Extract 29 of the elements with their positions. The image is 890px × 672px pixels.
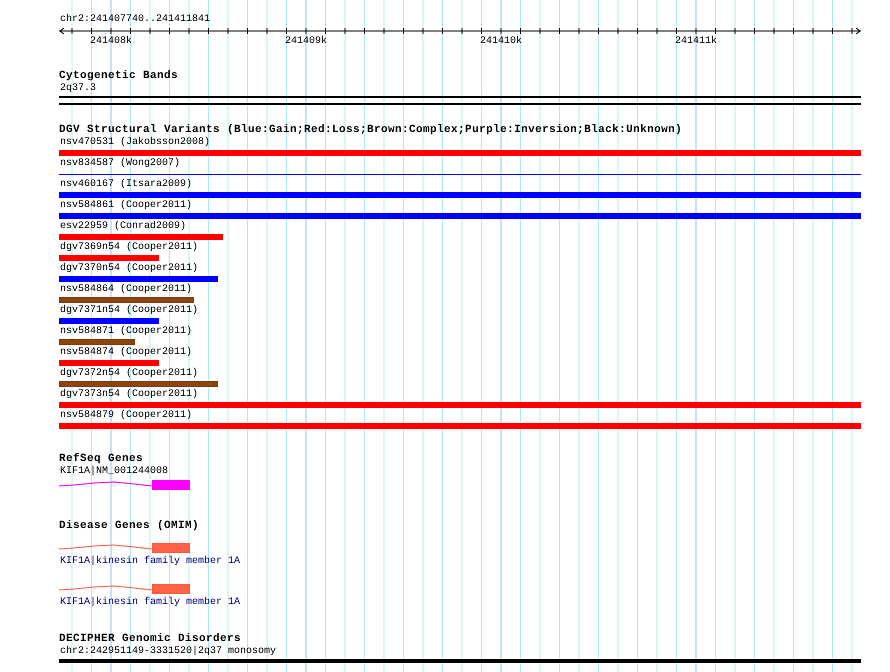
gene-label: KIF1A|kinesin family member 1A: [60, 556, 240, 568]
variant-label: dgv7372n54 (Cooper2011): [60, 368, 200, 380]
variant-label: dgv7369n54 (Cooper2011): [60, 242, 200, 254]
ruler-tick-label: 241409k: [285, 36, 327, 48]
variant-label: esv22959 (Conrad2009): [60, 221, 188, 233]
variant-label: nsv584864 (Cooper2011): [60, 284, 194, 296]
track-title: DECIPHER Genomic Disorders: [59, 633, 242, 646]
ruler-tick-label: 241411k: [675, 36, 717, 48]
track-title: Disease Genes (OMIM): [59, 520, 200, 533]
variant-label: nsv584861 (Cooper2011): [60, 200, 194, 212]
ruler-tick-label: 241408k: [90, 36, 132, 48]
track-title: RefSeq Genes: [59, 453, 144, 466]
gene-label: KIF1A|NM_001244008: [60, 466, 168, 478]
variant-label: dgv7370n54 (Cooper2011): [60, 263, 200, 275]
track-title: Cytogenetic Bands: [59, 70, 178, 83]
gene-label: KIF1A|kinesin family member 1A: [60, 597, 240, 609]
ruler-tick-label: 241410k: [480, 36, 522, 48]
variant-label: nsv584879 (Cooper2011): [60, 410, 194, 422]
variant-label: nsv460167 (Itsara2009): [60, 179, 194, 191]
variant-label: nsv470531 (Jakobsson2008): [60, 137, 212, 149]
variant-label: dgv7371n54 (Cooper2011): [60, 305, 200, 317]
feature-label: 2q37.3: [60, 83, 96, 95]
variant-label: nsv584874 (Cooper2011): [60, 347, 194, 359]
variant-label: nsv584871 (Cooper2011): [60, 326, 194, 338]
coordinate-range: chr2:241407740..241411841: [60, 14, 210, 26]
variant-label: dgv7373n54 (Cooper2011): [60, 389, 200, 401]
track-title: DGV Structural Variants (Blue:Gain;Red:Loss;Brown:Complex;Purple:Inversion;Black:Unknown): [59, 124, 682, 136]
variant-label: nsv834587 (Wong2007): [60, 158, 182, 170]
feature-label: chr2:242951149-3331520|2q37 monosomy: [60, 646, 276, 658]
